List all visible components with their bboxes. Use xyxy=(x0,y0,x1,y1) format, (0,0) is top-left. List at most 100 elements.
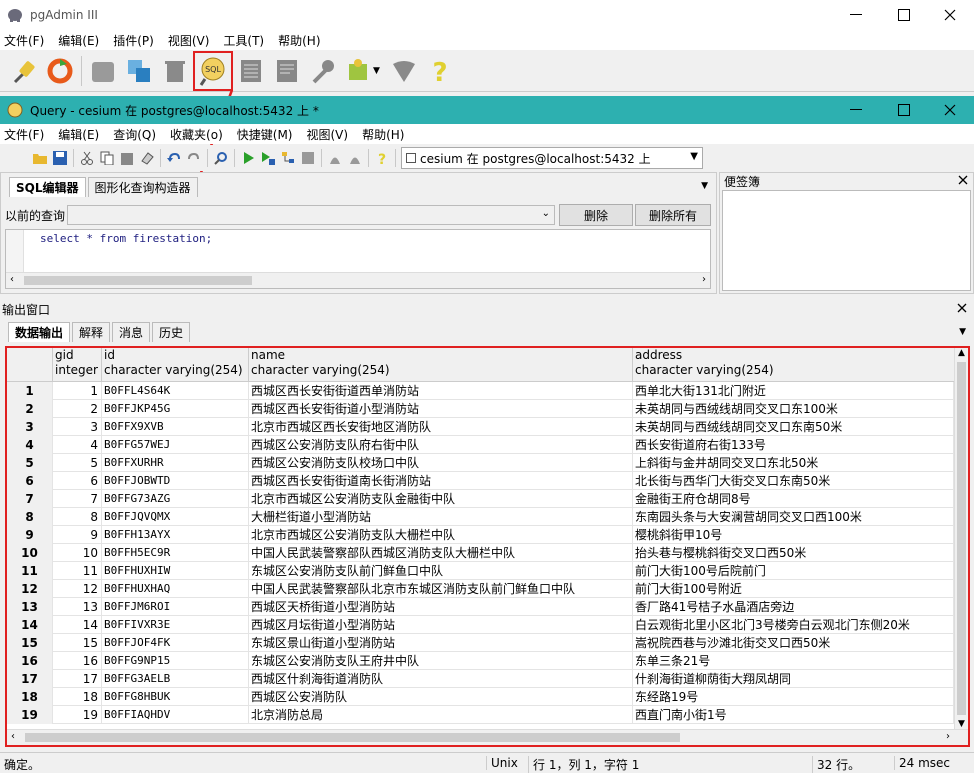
refresh-icon[interactable] xyxy=(42,53,78,89)
cell-name[interactable]: 北京市西城区公安消防支队金融街中队 xyxy=(249,490,633,508)
cell-id[interactable]: B0FFL4S64K xyxy=(102,382,249,400)
cell-address[interactable]: 未英胡同与西绒线胡同交叉口东100米 xyxy=(633,400,954,418)
cell-gid[interactable]: 14 xyxy=(53,616,102,634)
query-menu-favourites[interactable]: 收藏夹(o) xyxy=(170,126,223,143)
cell-id[interactable]: B0FFJOBWTD xyxy=(102,472,249,490)
execute-play-icon[interactable] xyxy=(238,148,258,168)
table-row[interactable]: 19 19 B0FFIAQHDV 北京消防总局 西直门南小街1号 xyxy=(7,706,954,724)
header-gid[interactable]: gid integer xyxy=(53,348,102,382)
row-number[interactable]: 5 xyxy=(7,454,53,472)
main-menu-help[interactable]: 帮助(H) xyxy=(278,32,320,49)
cell-address[interactable]: 西长安街道府右街133号 xyxy=(633,436,954,454)
stop-icon[interactable] xyxy=(298,148,318,168)
minimize-icon[interactable] xyxy=(846,6,866,24)
hint-shield-icon[interactable] xyxy=(386,53,422,89)
cell-address[interactable]: 东南园头条与大安澜营胡同交叉口西100米 xyxy=(633,508,954,526)
cell-address[interactable]: 东经路19号 xyxy=(633,688,954,706)
properties-icon[interactable] xyxy=(85,53,121,89)
table-row[interactable]: 12 12 B0FFHUXHAQ 中国人民武装警察部队北京市东城区消防支队前门鲜鱼口中… xyxy=(7,580,954,598)
main-menu-view[interactable]: 视图(V) xyxy=(168,32,210,49)
clear-eraser-icon[interactable] xyxy=(137,148,157,168)
editor-horizontal-scrollbar[interactable]: ‹ › xyxy=(6,272,710,288)
main-menu-tools[interactable]: 工具(T) xyxy=(223,32,264,49)
save-icon[interactable] xyxy=(50,148,70,168)
cell-id[interactable]: B0FFG73AZG xyxy=(102,490,249,508)
editor-tabs-chevron-down-icon[interactable]: ▼ xyxy=(701,181,708,191)
row-number[interactable]: 15 xyxy=(7,634,53,652)
table-row[interactable]: 3 3 B0FFX9XVB 北京市西城区西长安街地区消防队 未英胡同与西绒线胡同交叉口东… xyxy=(7,418,954,436)
table-row[interactable]: 1 1 B0FFL4S64K 西城区西长安街街道西单消防站 西单北大街131北门附近 xyxy=(7,382,954,400)
table-row[interactable]: 10 10 B0FFH5EC9R 中国人民武装警察部队西城区消防支队大栅栏中队 抬头巷与… xyxy=(7,544,954,562)
commit-icon[interactable] xyxy=(325,148,345,168)
cell-address[interactable]: 未英胡同与西绒线胡同交叉口东南50米 xyxy=(633,418,954,436)
row-number[interactable]: 10 xyxy=(7,544,53,562)
cell-name[interactable]: 东城区公安消防支队前门鲜鱼口中队 xyxy=(249,562,633,580)
view-data-icon[interactable] xyxy=(233,53,269,89)
cell-address[interactable]: 前门大街100号附近 xyxy=(633,580,954,598)
delete-button[interactable]: 删除 xyxy=(559,204,633,226)
cell-gid[interactable]: 9 xyxy=(53,526,102,544)
cell-name[interactable]: 东城区公安消防支队王府井中队 xyxy=(249,652,633,670)
cell-gid[interactable]: 10 xyxy=(53,544,102,562)
table-row[interactable]: 8 8 B0FFJQVQMX 大栅栏街道小型消防站 东南园头条与大安澜营胡同交叉口西10… xyxy=(7,508,954,526)
create-object-icon[interactable] xyxy=(121,53,157,89)
query-close-icon[interactable] xyxy=(940,101,960,119)
filtered-data-icon[interactable] xyxy=(269,53,305,89)
grid-hscroll-thumb[interactable] xyxy=(25,733,680,742)
cell-name[interactable]: 西城区公安消防队 xyxy=(249,688,633,706)
cell-id[interactable]: B0FFXURHR xyxy=(102,454,249,472)
cell-gid[interactable]: 4 xyxy=(53,436,102,454)
row-number[interactable]: 18 xyxy=(7,688,53,706)
table-row[interactable]: 5 5 B0FFXURHR 西城区公安消防支队校场口中队 上斜街与金井胡同交叉口东北50… xyxy=(7,454,954,472)
query-menu-view[interactable]: 视图(V) xyxy=(306,126,348,143)
cell-address[interactable]: 嵩祝院西巷与沙滩北街交叉口西50米 xyxy=(633,634,954,652)
cell-gid[interactable]: 12 xyxy=(53,580,102,598)
grid-scroll-left-icon[interactable]: ‹ xyxy=(11,731,15,742)
cell-id[interactable]: B0FFG9NP15 xyxy=(102,652,249,670)
chevron-down-icon[interactable]: ▼ xyxy=(373,66,380,76)
cut-icon[interactable] xyxy=(77,148,97,168)
cell-id[interactable]: B0FFH13AYX xyxy=(102,526,249,544)
output-tabs-chevron-down-icon[interactable]: ▼ xyxy=(959,327,966,337)
row-number[interactable]: 12 xyxy=(7,580,53,598)
cell-name[interactable]: 东城区景山街道小型消防站 xyxy=(249,634,633,652)
execute-to-file-icon[interactable] xyxy=(258,148,278,168)
scroll-up-icon[interactable]: ▲ xyxy=(958,348,965,358)
table-row[interactable]: 7 7 B0FFG73AZG 北京市西城区公安消防支队金融街中队 金融街王府仓胡同8号 xyxy=(7,490,954,508)
row-number[interactable]: 1 xyxy=(7,382,53,400)
cell-gid[interactable]: 18 xyxy=(53,688,102,706)
tab-messages[interactable]: 消息 xyxy=(112,322,151,342)
cell-gid[interactable]: 5 xyxy=(53,454,102,472)
table-row[interactable]: 6 6 B0FFJOBWTD 西城区西长安街街道南长街消防站 北长街与西华门大街交叉口东… xyxy=(7,472,954,490)
cell-address[interactable]: 樱桃斜街甲10号 xyxy=(633,526,954,544)
tab-graphical-query-builder[interactable]: 图形化查询构造器 xyxy=(87,177,198,197)
cell-id[interactable]: B0FFG3AELB xyxy=(102,670,249,688)
cell-id[interactable]: B0FFJOF4FK xyxy=(102,634,249,652)
cell-name[interactable]: 西城区天桥街道小型消防站 xyxy=(249,598,633,616)
row-number[interactable]: 13 xyxy=(7,598,53,616)
table-row[interactable]: 17 17 B0FFG3AELB 西城区什刹海街道消防队 什刹海街道柳荫街大翔凤胡同 xyxy=(7,670,954,688)
tab-sql-editor[interactable]: SQL编辑器 xyxy=(9,177,86,197)
cell-address[interactable]: 白云观街北里小区北门3号楼旁白云观北门东侧20米 xyxy=(633,616,954,634)
table-row[interactable]: 2 2 B0FFJKP45G 西城区西长安街街道小型消防站 未英胡同与西绒线胡同交叉口东… xyxy=(7,400,954,418)
sql-query-icon[interactable]: SQL xyxy=(193,50,233,91)
table-row[interactable]: 11 11 B0FFHUXHIW 东城区公安消防支队前门鲜鱼口中队 前门大街100号后院… xyxy=(7,562,954,580)
cell-gid[interactable]: 2 xyxy=(53,400,102,418)
query-menu-query[interactable]: 查询(Q) xyxy=(113,126,156,143)
tab-data-output[interactable]: 数据输出 xyxy=(8,322,71,342)
row-number[interactable]: 11 xyxy=(7,562,53,580)
cell-id[interactable]: B0FFHUXHIW xyxy=(102,562,249,580)
sql-text[interactable]: select * from firestation; xyxy=(40,232,212,245)
grid-vscroll-thumb[interactable] xyxy=(957,362,966,715)
cell-gid[interactable]: 6 xyxy=(53,472,102,490)
cell-id[interactable]: B0FFG8HBUK xyxy=(102,688,249,706)
row-number[interactable]: 19 xyxy=(7,706,53,724)
cell-address[interactable]: 东单三条21号 xyxy=(633,652,954,670)
grid-vertical-scrollbar[interactable]: ▲ ▼ xyxy=(954,348,968,729)
cell-name[interactable]: 西城区西长安街街道小型消防站 xyxy=(249,400,633,418)
cell-id[interactable]: B0FFIAQHDV xyxy=(102,706,249,724)
connection-chevron-down-icon[interactable]: ▼ xyxy=(690,151,698,162)
cell-gid[interactable]: 11 xyxy=(53,562,102,580)
cell-address[interactable]: 北长街与西华门大街交叉口东南50米 xyxy=(633,472,954,490)
cell-gid[interactable]: 13 xyxy=(53,598,102,616)
